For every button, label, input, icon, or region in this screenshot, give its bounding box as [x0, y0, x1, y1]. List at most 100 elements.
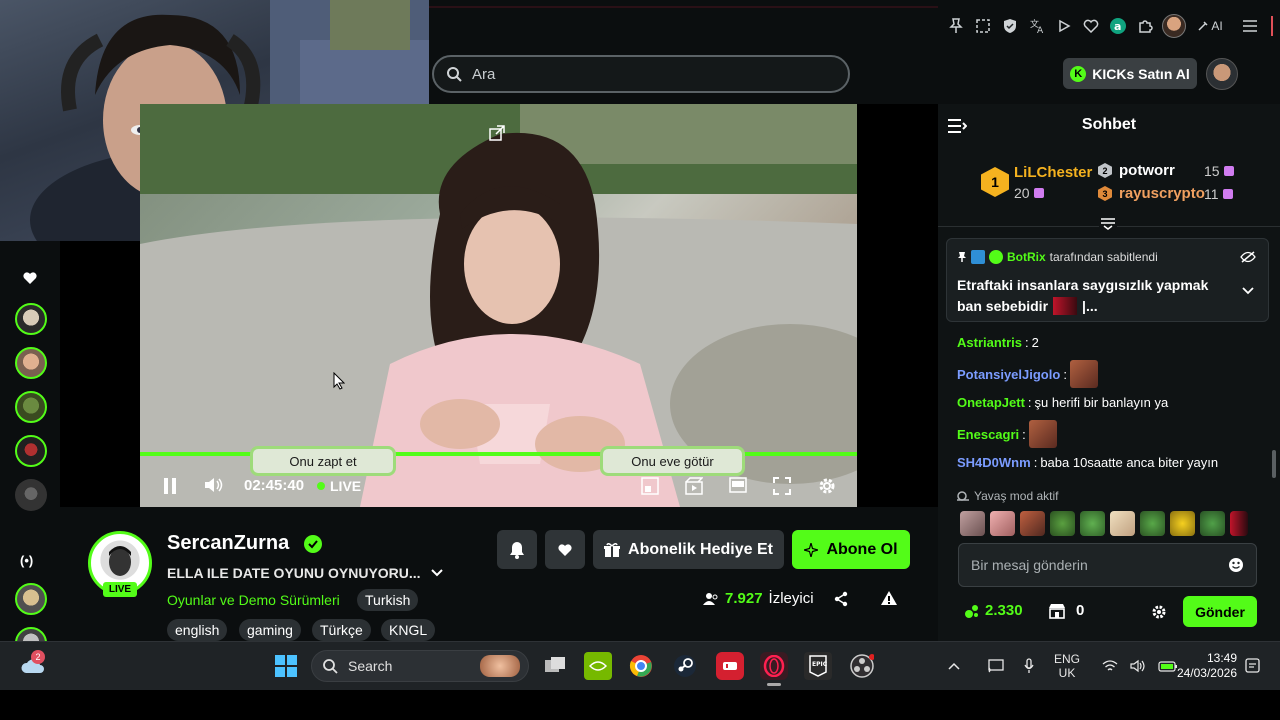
store-button[interactable]: 0 [1048, 602, 1084, 619]
video-player[interactable] [140, 104, 857, 507]
buy-kicks-button[interactable]: K KICKs Satın Al [1063, 58, 1197, 89]
tag-gaming[interactable]: gaming [239, 619, 301, 641]
theater-mode-icon[interactable] [729, 477, 747, 493]
expand-title-chevron-icon[interactable] [430, 568, 444, 578]
follow-heart-button[interactable] [545, 530, 585, 569]
play-icon[interactable] [1054, 17, 1073, 36]
emoji-picker-icon[interactable] [1228, 557, 1244, 573]
language-tag[interactable]: Turkish [357, 589, 419, 611]
steam-icon[interactable] [671, 652, 699, 680]
tag-english[interactable]: english [167, 619, 228, 641]
chrome-icon[interactable] [627, 652, 655, 680]
user-avatar[interactable] [1206, 58, 1238, 90]
share-icon[interactable] [833, 591, 849, 607]
quick-emote[interactable] [1080, 511, 1105, 536]
puzzle-icon[interactable] [1135, 17, 1154, 36]
rail-channel-avatar[interactable] [15, 583, 47, 615]
profile-avatar[interactable] [1162, 14, 1186, 38]
emote-quick-bar [960, 511, 1248, 537]
notification-bell-button[interactable] [497, 530, 537, 569]
mouse-cursor [333, 372, 345, 390]
chat-username[interactable]: SH4D0Wnm [957, 455, 1031, 470]
expand-leaderboard-icon[interactable] [1099, 216, 1117, 230]
wifi-icon[interactable] [1102, 660, 1118, 672]
tray-overflow-chevron-icon[interactable] [948, 662, 960, 670]
mini-player-icon[interactable] [641, 477, 659, 495]
kicks-icon: K [1070, 65, 1087, 82]
search-input[interactable]: Ara [432, 55, 850, 93]
quick-emote[interactable] [990, 511, 1015, 536]
chat-username[interactable]: PotansiyelJigolo [957, 367, 1060, 382]
extension-a-icon[interactable]: a [1108, 17, 1127, 36]
expand-pinned-chevron-icon[interactable] [1242, 287, 1254, 295]
chat-scrollbar[interactable] [1272, 450, 1276, 478]
tag-kngl[interactable]: KNGL [381, 619, 436, 641]
streamer-name[interactable]: SercanZurna [167, 532, 289, 555]
rail-channel-avatar[interactable] [15, 303, 47, 335]
chat-settings-gear-icon[interactable] [1151, 604, 1167, 620]
quick-emote[interactable] [1020, 511, 1045, 536]
microphone-icon[interactable] [1024, 658, 1034, 674]
subscribe-button[interactable]: Abone Ol [792, 530, 910, 569]
send-chat-button[interactable]: Gönder [1183, 596, 1257, 627]
rail-channel-avatar[interactable] [15, 391, 47, 423]
channel-points[interactable]: 2.330 [964, 602, 1023, 619]
quick-emote[interactable] [1140, 511, 1165, 536]
gift-subscription-button[interactable]: Abonelik Hediye Et [593, 530, 784, 569]
svg-text:A: A [1037, 26, 1044, 34]
taskbar-search[interactable]: Search [311, 650, 529, 682]
quick-emote[interactable] [1170, 511, 1195, 536]
pinned-by-user[interactable]: BotRix [1007, 250, 1046, 264]
leader-1-name[interactable]: LiLChester [1014, 164, 1092, 181]
ai-icon[interactable]: AI [1194, 17, 1226, 36]
fullscreen-icon[interactable] [773, 477, 791, 495]
verified-badge-icon [303, 534, 323, 554]
chat-username[interactable]: Enescagri [957, 427, 1019, 442]
live-channels-icon[interactable]: (•) [20, 553, 33, 568]
quick-emote[interactable] [1050, 511, 1075, 536]
heart-icon[interactable] [1081, 17, 1100, 36]
report-warning-icon[interactable] [880, 590, 898, 606]
speaker-icon[interactable] [1130, 659, 1146, 673]
clip-icon[interactable] [685, 477, 703, 495]
popout-icon[interactable] [488, 124, 506, 142]
quick-emote[interactable] [960, 511, 985, 536]
translate-icon[interactable]: 文A [1027, 17, 1046, 36]
task-view-icon[interactable] [541, 652, 569, 680]
nvidia-app-icon[interactable] [584, 652, 612, 680]
rank-2-badge-icon: 2 [1098, 163, 1112, 178]
taskbar-clock[interactable]: 13:49 24/03/2026 [1175, 651, 1237, 681]
tag-turkce[interactable]: Türkçe [312, 619, 371, 641]
screenshot-icon[interactable] [973, 17, 992, 36]
chat-username[interactable]: Astriantris [957, 335, 1022, 350]
pin-icon[interactable] [946, 17, 965, 36]
menu-icon[interactable] [1240, 17, 1259, 36]
settings-gear-icon[interactable] [817, 476, 837, 496]
leader-2-name[interactable]: potworr [1119, 162, 1175, 179]
cast-icon[interactable] [988, 659, 1004, 673]
language-indicator[interactable]: ENG UK [1054, 652, 1080, 680]
leader-3-name[interactable]: rayuscrypto [1119, 185, 1205, 202]
quick-emote[interactable] [1110, 511, 1135, 536]
quick-emote[interactable] [1200, 511, 1225, 536]
quick-emote[interactable] [1230, 511, 1248, 536]
progress-bar[interactable] [140, 452, 857, 456]
opera-gx-icon[interactable] [760, 652, 788, 680]
following-heart-icon[interactable] [22, 271, 38, 285]
rail-channel-avatar[interactable] [15, 479, 47, 511]
windows-start-icon[interactable] [272, 652, 300, 680]
obs-icon[interactable] [848, 652, 876, 680]
chat-username[interactable]: OnetapJett [957, 395, 1025, 410]
game-launcher-icon[interactable] [716, 652, 744, 680]
chat-message-input[interactable]: Bir mesaj gönderin [958, 543, 1257, 587]
leader-1-count: 20 [1014, 185, 1044, 201]
pause-icon[interactable] [162, 477, 178, 495]
rail-channel-avatar[interactable] [15, 435, 47, 467]
volume-icon[interactable] [204, 476, 224, 494]
shield-icon[interactable] [1000, 17, 1019, 36]
hide-pinned-icon[interactable] [1240, 251, 1256, 263]
notifications-icon[interactable] [1245, 657, 1261, 675]
epic-games-icon[interactable]: EPIC [804, 652, 832, 680]
rail-channel-avatar[interactable] [15, 347, 47, 379]
category-link[interactable]: Oyunlar ve Demo Sürümleri [167, 592, 340, 608]
